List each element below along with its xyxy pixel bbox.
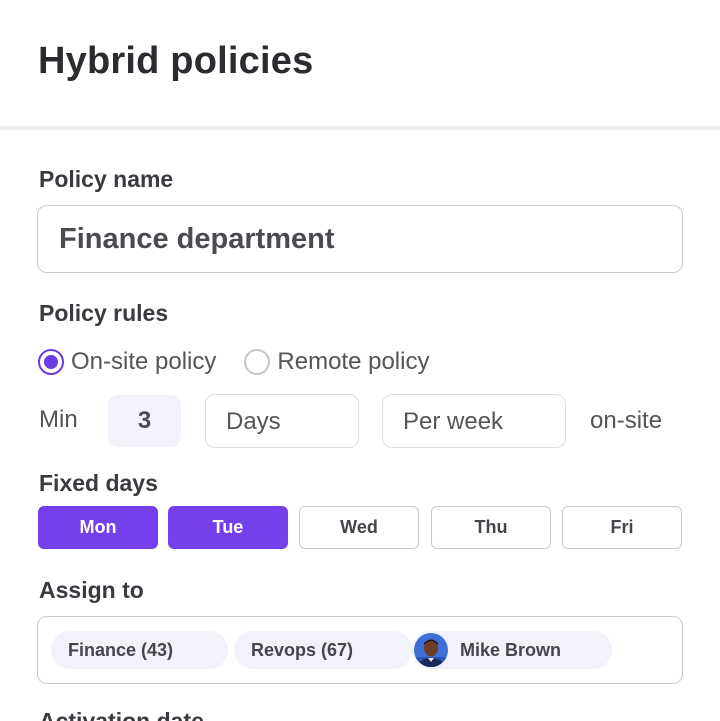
unit-select-value: Days [226,408,281,435]
period-select-value: Per week [403,408,504,435]
minimum-rule-row: Min 3 Days Per week on-site [0,393,720,449]
assignee-chip-revops[interactable]: Revops (67) [234,631,412,669]
chip-label: Revops (67) [251,639,354,660]
page-header: Hybrid policies [0,0,720,126]
assignee-chip-finance[interactable]: Finance (43) [51,631,228,669]
day-button-fri[interactable]: Fri [562,506,682,549]
policy-name-label: Policy name [39,166,174,192]
radio-unchecked-icon [244,349,271,375]
onsite-policy-label: On-site policy [71,348,217,375]
assign-to-label: Assign to [39,577,144,603]
min-label: Min [39,406,78,433]
chip-label: Finance (43) [68,639,174,660]
policy-name-value: Finance department [59,223,335,255]
chip-label: Mike Brown [460,639,562,660]
assignee-chip-person[interactable]: Mike Brown [412,631,612,669]
remote-policy-label: Remote policy [277,348,430,375]
policy-rules-label: Policy rules [39,300,169,326]
remote-policy-radio[interactable]: Remote policy [244,348,429,376]
day-button-tue[interactable]: Tue [168,506,288,549]
day-button-thu[interactable]: Thu [431,506,551,549]
onsite-policy-radio[interactable]: On-site policy [38,348,216,376]
period-select[interactable]: Per week [382,394,566,448]
header-divider [0,126,720,130]
assign-to-field[interactable]: Finance (43) Revops (67) Mike Brown [37,616,683,684]
policy-name-input[interactable]: Finance department [37,205,683,273]
day-button-wed[interactable]: Wed [299,506,419,549]
person-avatar [414,633,448,667]
day-button-mon[interactable]: Mon [38,506,158,549]
day-count-input[interactable]: 3 [108,395,181,447]
fixed-days-label: Fixed days [39,470,158,496]
onsite-suffix-label: on-site [590,407,663,434]
unit-select[interactable]: Days [205,394,359,448]
activation-date-label: Activation date [39,708,204,721]
page-title: Hybrid policies [38,40,314,82]
radio-checked-icon [38,349,64,375]
policy-type-radio-group: On-site policy Remote policy [38,347,429,377]
